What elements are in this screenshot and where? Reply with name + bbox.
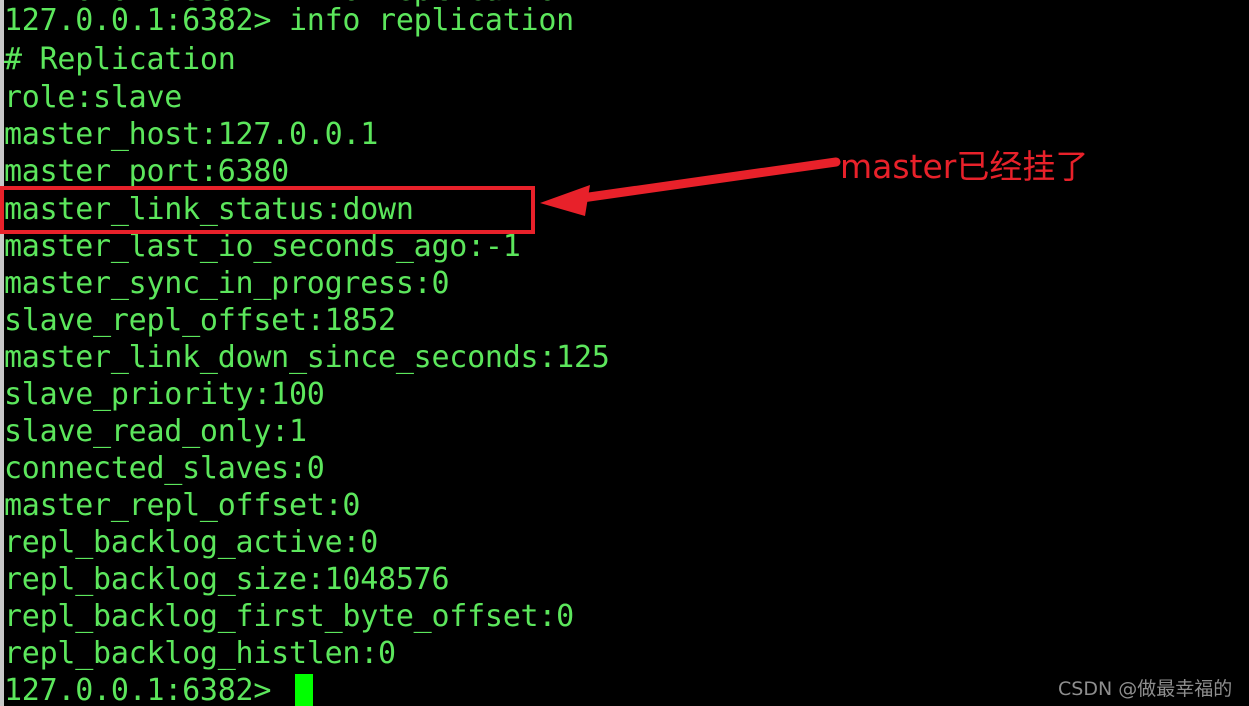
terminal-line-master-sync: master_sync_in_progress:0 xyxy=(4,266,450,301)
terminal-line-slave-read-only: slave_read_only:1 xyxy=(4,414,307,449)
terminal-line-backlog-size: repl_backlog_size:1048576 xyxy=(4,562,450,597)
terminal-line-master-host: master_host:127.0.0.1 xyxy=(4,117,379,152)
terminal-line-backlog-first-byte: repl_backlog_first_byte_offset:0 xyxy=(4,599,574,634)
terminal-line-prompt-active: 127.0.0.1:6382> xyxy=(4,673,289,706)
terminal-line-section-header: # Replication xyxy=(4,42,236,77)
terminal-line-backlog-active: repl_backlog_active:0 xyxy=(4,525,379,560)
terminal-line-link-down-since: master_link_down_since_seconds:125 xyxy=(4,340,610,375)
terminal-cursor xyxy=(295,674,313,706)
terminal-line-prompt-command: 127.0.0.1:6382> info replication xyxy=(4,3,574,38)
terminal-line-master-port: master_port:6380 xyxy=(4,154,289,189)
terminal-line-backlog-histlen: repl_backlog_histlen:0 xyxy=(4,636,396,671)
terminal-line-slave-priority: slave_priority:100 xyxy=(4,377,325,412)
terminal-line-connected-slaves: connected_slaves:0 xyxy=(4,451,325,486)
terminal-line-master-link-status: master_link_status:down xyxy=(4,192,414,227)
terminal-line-master-last-io: master_last_io_seconds_ago:-1 xyxy=(4,229,521,264)
terminal-line-master-repl-offset: master_repl_offset:0 xyxy=(4,488,361,523)
terminal-line-slave-repl-offset: slave_repl_offset:1852 xyxy=(4,303,396,338)
terminal-output[interactable]: 127.0.0.1:6382> info replication 127.0.0… xyxy=(0,0,1249,706)
csdn-watermark: CSDN @做最幸福的 xyxy=(1058,678,1233,700)
terminal-line-role: role:slave xyxy=(4,80,183,115)
terminal-screenshot: 127.0.0.1:6382> info replication 127.0.0… xyxy=(0,0,1249,706)
